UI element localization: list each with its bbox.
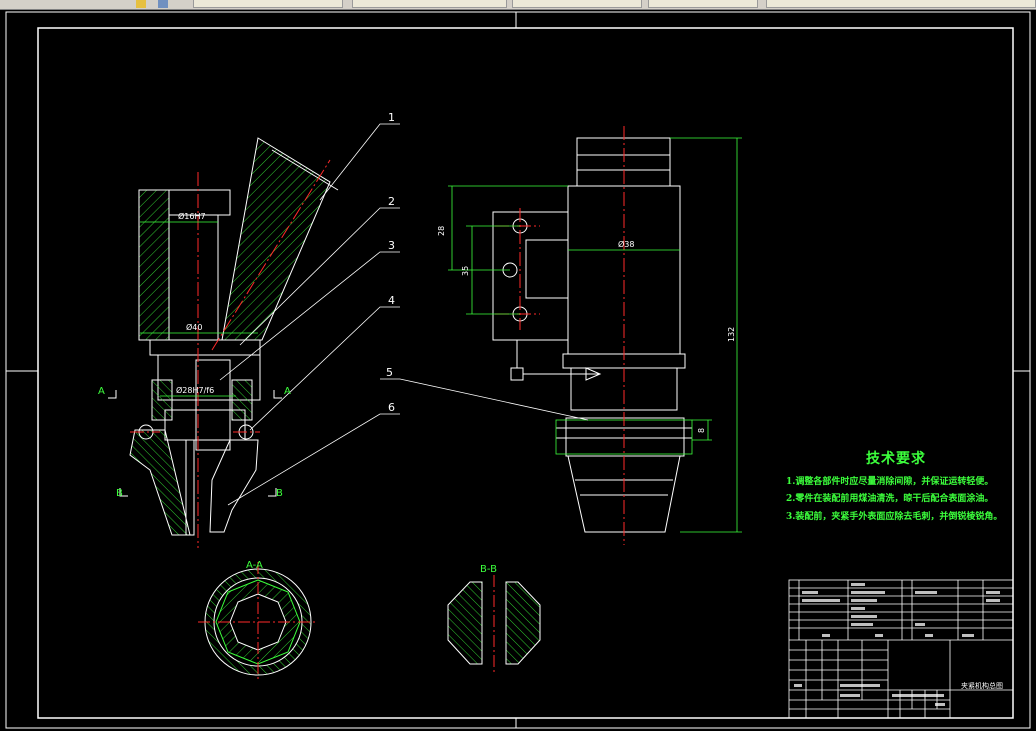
section-mark-a-right: A: [284, 386, 291, 397]
part-number-2: 2: [388, 195, 395, 208]
section-aa-view: [198, 562, 318, 682]
cad-drawing-canvas[interactable]: 1 2 3 4 5 6 Ø16H7 Ø40 Ø28H7/f6 28 35 Ø38…: [0, 0, 1036, 731]
side-view: [448, 126, 742, 545]
title-block-drawing-name: 夹紧机构总图: [961, 681, 1003, 690]
section-bb-view: [447, 575, 541, 675]
part-number-6: 6: [388, 401, 395, 414]
dim-dia-38: Ø38: [618, 239, 634, 249]
section-aa-title: A-A: [246, 560, 263, 571]
part-number-1: 1: [388, 111, 395, 124]
dim-height-132: 132: [727, 327, 736, 342]
section-mark-b-left: B: [116, 488, 123, 499]
tech-requirements-title: 技术要求: [866, 451, 926, 467]
dim-height-8: 8: [697, 428, 706, 433]
dim-dia-40: Ø40: [186, 322, 202, 332]
section-mark-a-left: A: [98, 386, 105, 397]
section-mark-b-right: B: [276, 488, 283, 499]
front-view: [108, 137, 339, 548]
part-number-labels: 1 2 3 4 5 6: [386, 111, 395, 414]
tech-requirement-line: 3.装配前，夹紧手外表面应除去毛刺，并倒锐棱锐角。: [786, 512, 1003, 522]
dim-height-35: 35: [461, 266, 470, 276]
dim-dia-28: Ø28H7/f6: [176, 385, 214, 395]
dim-height-28: 28: [437, 226, 446, 236]
part-number-5: 5: [386, 366, 393, 379]
tech-requirement-line: 2.零件在装配前用煤油清洗，晾干后配合表面涂油。: [786, 494, 994, 504]
section-bb-title: B-B: [480, 564, 497, 575]
dim-bore-top: Ø16H7: [178, 211, 206, 221]
tech-requirement-line: 1.调整各部件时应尽量消除间隙，并保证运转轻便。: [786, 477, 994, 487]
part-number-4: 4: [388, 294, 395, 307]
part-number-3: 3: [388, 239, 395, 252]
